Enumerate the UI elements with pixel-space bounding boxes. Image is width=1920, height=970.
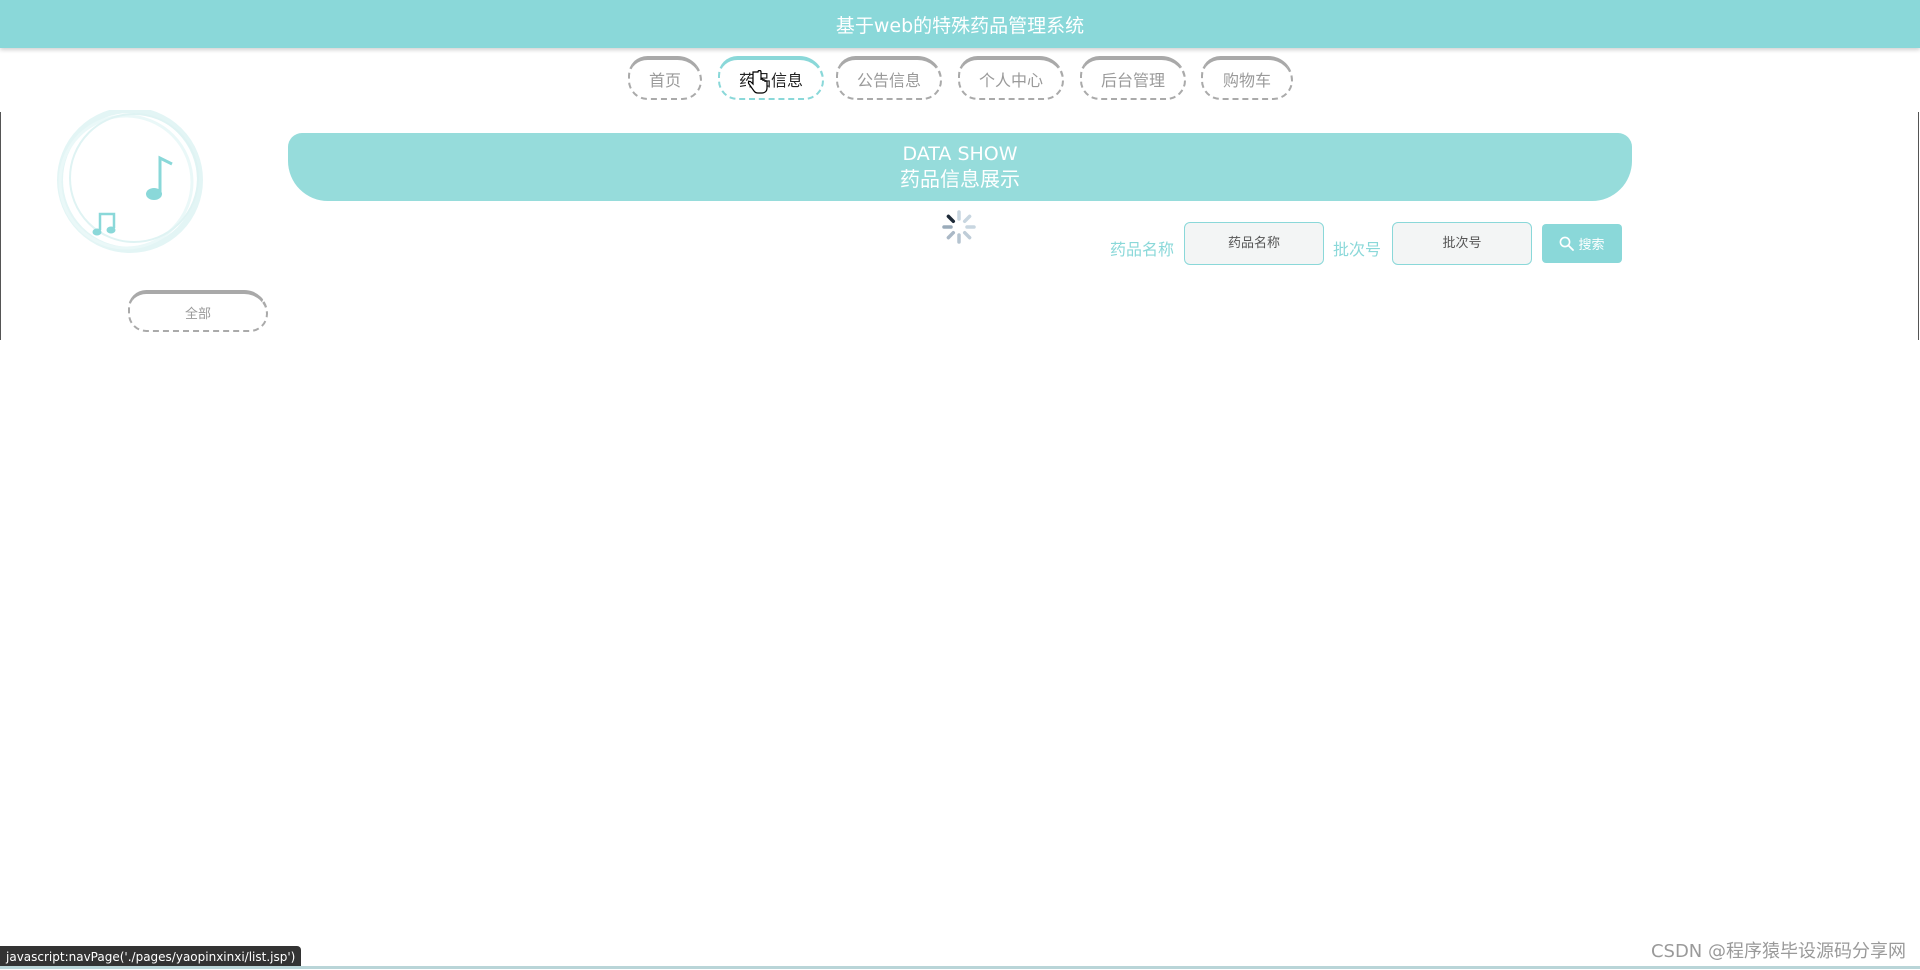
hero-cn-title: 药品信息展示 (900, 167, 1020, 191)
nav-item-home[interactable]: 首页 (628, 56, 702, 100)
nav-item-label: 首页 (648, 71, 681, 90)
nav-item-label: 公告信息 (856, 71, 921, 90)
batch-number-input[interactable] (1392, 222, 1532, 265)
hero-en-title: DATA SHOW (902, 143, 1018, 165)
category-filter-all[interactable]: 全部 (128, 290, 268, 332)
content-frame-left (0, 112, 1, 340)
nav-item-label: 购物车 (1222, 71, 1271, 90)
category-filter-label: 全部 (184, 306, 211, 322)
content-frame-right (1918, 112, 1919, 340)
nav-item-cart[interactable]: 购物车 (1201, 56, 1293, 100)
page-bottom-border (0, 966, 1920, 969)
app-header: 基于web的特殊药品管理系统 (0, 0, 1920, 48)
watermark-text: CSDN @程序猿毕设源码分享网 (1650, 941, 1906, 962)
hero-banner: DATA SHOW 药品信息展示 (288, 133, 1632, 201)
nav-item-drug-info[interactable]: 药品信息 (718, 56, 824, 100)
drug-name-label: 药品名称 (1110, 240, 1175, 259)
main-nav: 首页 药品信息 公告信息 个人中心 后台管理 购物车 (0, 56, 1920, 102)
app-title: 基于web的特殊药品管理系统 (835, 14, 1085, 37)
search-button[interactable]: 搜索 (1542, 224, 1622, 263)
browser-status-bar: javascript:navPage('./pages/yaopinxinxi/… (0, 946, 302, 968)
nav-item-personal-center[interactable]: 个人中心 (958, 56, 1064, 100)
nav-item-admin[interactable]: 后台管理 (1080, 56, 1186, 100)
loading-spinner-icon (942, 210, 976, 244)
nav-item-label: 后台管理 (1100, 71, 1165, 90)
batch-number-label: 批次号 (1333, 240, 1382, 259)
search-icon (1560, 236, 1575, 251)
music-note-decoration-icon (57, 110, 203, 253)
hand-cursor-icon (747, 70, 768, 94)
nav-item-announcements[interactable]: 公告信息 (836, 56, 942, 100)
drug-name-input[interactable] (1184, 222, 1324, 265)
nav-item-label: 个人中心 (978, 71, 1043, 90)
status-url-text: javascript:navPage('./pages/yaopinxinxi/… (6, 950, 296, 964)
search-button-label: 搜索 (1578, 238, 1605, 253)
